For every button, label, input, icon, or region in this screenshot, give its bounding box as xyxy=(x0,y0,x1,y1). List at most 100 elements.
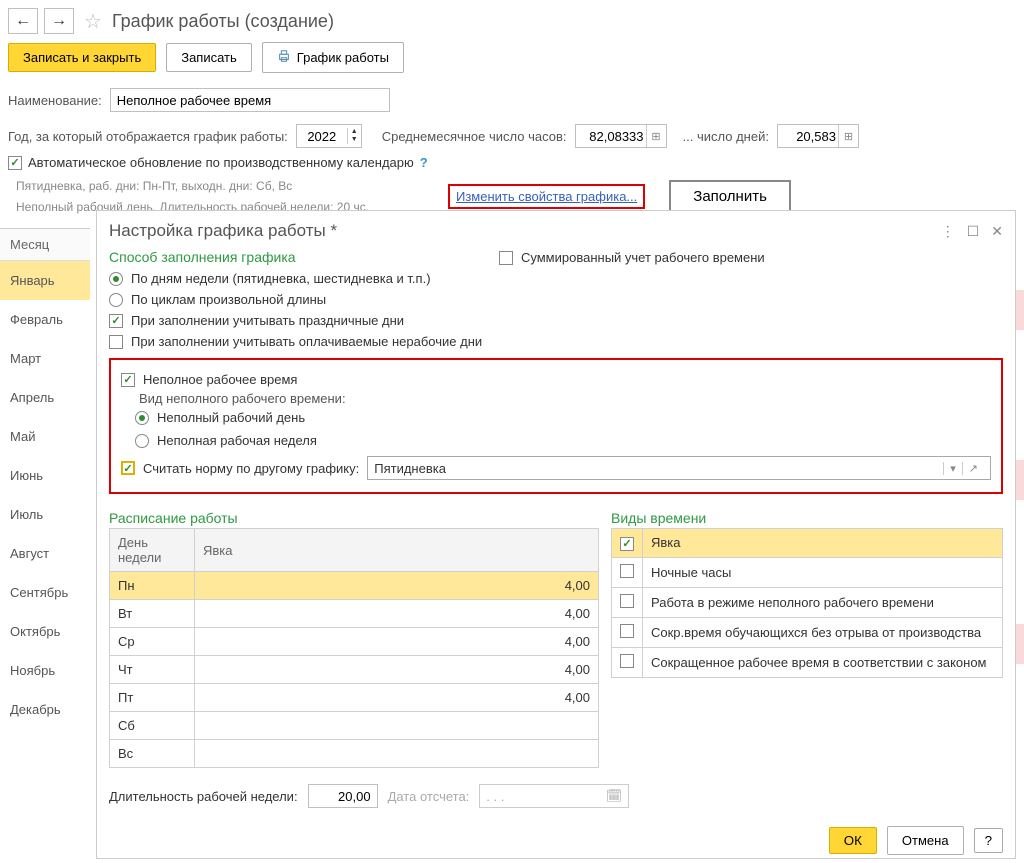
help-button[interactable]: ? xyxy=(974,828,1003,853)
schedule-table: День недели Явка Пн4,00 Вт4,00 Ср4,00 Чт… xyxy=(109,528,599,768)
month-item[interactable]: Ноябрь xyxy=(0,651,90,690)
month-item[interactable]: Апрель xyxy=(0,378,90,417)
month-item[interactable]: Май xyxy=(0,417,90,456)
month-item[interactable]: Сентябрь xyxy=(0,573,90,612)
year-spinner[interactable]: ▲ ▼ xyxy=(296,124,362,148)
by-days-radio[interactable] xyxy=(109,272,123,286)
auto-update-row: Автоматическое обновление по производств… xyxy=(0,151,1024,174)
info-line-1: Пятидневка, раб. дни: Пн-Пт, выходн. дни… xyxy=(8,176,448,197)
sum-account-label: Суммированный учет рабочего времени xyxy=(521,250,765,265)
print-button[interactable]: График работы xyxy=(262,42,404,73)
type-checkbox[interactable] xyxy=(620,624,634,638)
month-item[interactable]: Июль xyxy=(0,495,90,534)
holidays-label: При заполнении учитывать праздничные дни xyxy=(131,313,404,328)
name-input[interactable] xyxy=(110,88,390,112)
back-button[interactable]: ← xyxy=(8,8,38,34)
avg-hours-label: Среднемесячное число часов: xyxy=(382,129,567,144)
spinner-up-icon[interactable]: ▲ xyxy=(347,128,361,136)
part-day-radio[interactable] xyxy=(135,411,149,425)
save-button[interactable]: Записать xyxy=(166,43,252,72)
month-item[interactable]: Октябрь xyxy=(0,612,90,651)
types-title: Виды времени xyxy=(611,508,1003,528)
fill-method-title: Способ заполнения графика xyxy=(109,247,469,267)
table-row[interactable]: Вс xyxy=(110,740,599,768)
year-label: Год, за который отображается график рабо… xyxy=(8,129,288,144)
dropdown-icon[interactable]: ▾ xyxy=(943,462,962,475)
col-day: День недели xyxy=(110,529,195,572)
year-input[interactable] xyxy=(297,125,347,147)
part-time-label: Неполное рабочее время xyxy=(143,372,297,387)
month-item[interactable]: Июнь xyxy=(0,456,90,495)
date-from-input[interactable]: . . . 🗓 xyxy=(479,784,629,808)
name-row: Наименование: xyxy=(0,85,1024,115)
part-week-label: Неполная рабочая неделя xyxy=(157,433,317,448)
table-row[interactable]: Пт4,00 xyxy=(110,684,599,712)
table-row[interactable]: Явка xyxy=(612,529,1003,558)
month-item[interactable]: Февраль xyxy=(0,300,90,339)
avg-hours-box: ⊞ xyxy=(575,124,667,148)
popup-title: Настройка графика работы * xyxy=(109,221,941,241)
nonwork-paid-label: При заполнении учитывать оплачиваемые не… xyxy=(131,334,482,349)
popup-header: Настройка графика работы * ⋮ ☐ ✕ xyxy=(97,211,1015,247)
week-len-label: Длительность рабочей недели: xyxy=(109,789,298,804)
calculator-icon[interactable]: ⊞ xyxy=(646,125,666,147)
calculator-icon[interactable]: ⊞ xyxy=(838,125,858,147)
star-icon[interactable]: ☆ xyxy=(84,9,102,34)
cancel-button[interactable]: Отмена xyxy=(887,826,964,855)
norm-other-checkbox[interactable] xyxy=(121,461,135,475)
by-cycles-radio[interactable] xyxy=(109,293,123,307)
types-table: Явка Ночные часы Работа в режиме неполно… xyxy=(611,528,1003,678)
holidays-checkbox[interactable] xyxy=(109,314,123,328)
schedule-title: Расписание работы xyxy=(109,508,599,528)
part-time-checkbox[interactable] xyxy=(121,373,135,387)
spinner-down-icon[interactable]: ▼ xyxy=(347,136,361,144)
table-row[interactable]: Сокращенное рабочее время в соответствии… xyxy=(612,647,1003,677)
type-checkbox[interactable] xyxy=(620,564,634,578)
bottom-row: Длительность рабочей недели: Дата отсчет… xyxy=(97,768,1015,816)
week-len-input[interactable] xyxy=(308,784,378,808)
type-checkbox[interactable] xyxy=(620,594,634,608)
part-week-radio[interactable] xyxy=(135,434,149,448)
month-item[interactable]: Август xyxy=(0,534,90,573)
year-row: Год, за который отображается график рабо… xyxy=(0,121,1024,151)
table-row[interactable]: Сокр.время обучающихся без отрыва от про… xyxy=(612,617,1003,647)
open-icon[interactable]: ↗ xyxy=(962,462,984,475)
settings-popup: Настройка графика работы * ⋮ ☐ ✕ Способ … xyxy=(96,210,1016,859)
change-props-link[interactable]: Изменить свойства графика... xyxy=(456,189,637,204)
norm-other-value: Пятидневка xyxy=(374,461,446,476)
month-item[interactable]: Март xyxy=(0,339,90,378)
calendar-icon[interactable]: 🗓 xyxy=(606,788,623,804)
main-window: ← → ☆ График работы (создание) Записать … xyxy=(0,0,1024,863)
avg-days-box: ⊞ xyxy=(777,124,859,148)
norm-other-select[interactable]: Пятидневка ▾ ↗ xyxy=(367,456,991,480)
help-icon[interactable]: ? xyxy=(420,155,428,170)
part-time-kind-label: Вид неполного рабочего времени: xyxy=(111,391,1001,406)
month-item[interactable]: Декабрь xyxy=(0,690,90,729)
table-row[interactable]: Ср4,00 xyxy=(110,628,599,656)
more-icon[interactable]: ⋮ xyxy=(941,223,955,240)
forward-button[interactable]: → xyxy=(44,8,74,34)
type-checkbox[interactable] xyxy=(620,537,634,551)
fill-button[interactable]: Заполнить xyxy=(669,180,791,213)
avg-days-value[interactable] xyxy=(778,125,838,147)
table-row[interactable]: Пн4,00 xyxy=(110,572,599,600)
table-row[interactable]: Ночные часы xyxy=(612,557,1003,587)
type-checkbox[interactable] xyxy=(620,654,634,668)
table-row[interactable]: Работа в режиме неполного рабочего време… xyxy=(612,587,1003,617)
avg-days-label: ... число дней: xyxy=(683,129,769,144)
ok-button[interactable]: ОК xyxy=(829,827,877,854)
popup-footer: ОК Отмена ? xyxy=(97,816,1015,863)
maximize-icon[interactable]: ☐ xyxy=(967,223,980,240)
month-sidebar: Месяц Январь Февраль Март Апрель Май Июн… xyxy=(0,228,90,729)
auto-update-checkbox[interactable] xyxy=(8,156,22,170)
month-item[interactable]: Январь xyxy=(0,261,90,300)
nonwork-paid-checkbox[interactable] xyxy=(109,335,123,349)
avg-hours-value[interactable] xyxy=(576,125,646,147)
table-row[interactable]: Сб xyxy=(110,712,599,740)
table-row[interactable]: Чт4,00 xyxy=(110,656,599,684)
name-label: Наименование: xyxy=(8,93,102,108)
sum-account-checkbox[interactable] xyxy=(499,251,513,265)
save-close-button[interactable]: Записать и закрыть xyxy=(8,43,156,72)
table-row[interactable]: Вт4,00 xyxy=(110,600,599,628)
close-icon[interactable]: ✕ xyxy=(991,223,1003,240)
